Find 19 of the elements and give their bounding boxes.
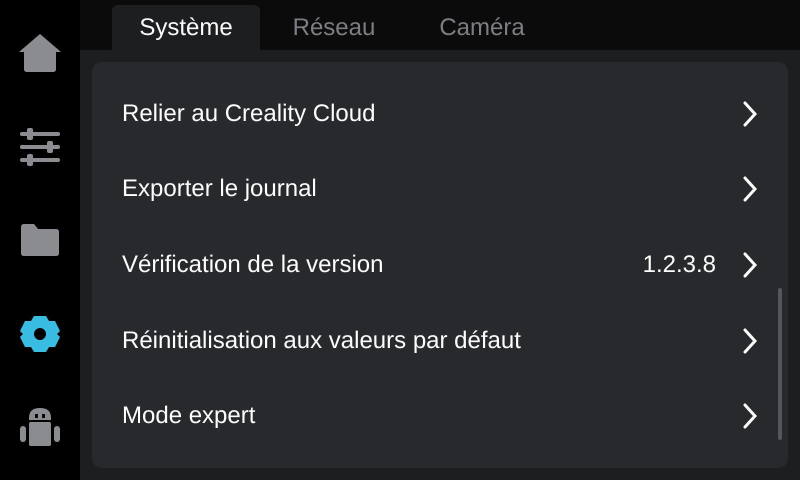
version-value: 1.2.3.8 [642, 250, 716, 280]
settings-row[interactable]: Mode expert [92, 378, 778, 454]
robot-icon [19, 408, 61, 446]
chevron-right-icon [742, 403, 758, 430]
settings-row[interactable]: Réinitialisation aux valeurs par défaut [92, 302, 778, 378]
settings-row[interactable]: Relier au Creality Cloud [92, 76, 778, 152]
settings-row[interactable]: Vérification de la version 1.2.3.8 [92, 227, 778, 303]
tab[interactable]: Système [112, 5, 260, 50]
chevron-right-icon [742, 100, 758, 127]
home-icon [19, 34, 61, 72]
chevron-right-icon [742, 252, 758, 278]
folder-icon [21, 224, 59, 256]
settings-row[interactable]: Exporter le journal [92, 152, 778, 228]
sliders-icon [20, 128, 60, 166]
tab[interactable]: Réseau [260, 5, 408, 50]
tab[interactable]: Caméra [408, 5, 556, 50]
chevron-right-icon [742, 176, 758, 202]
chevron-right-icon [742, 328, 758, 354]
settings-icon [20, 314, 60, 352]
